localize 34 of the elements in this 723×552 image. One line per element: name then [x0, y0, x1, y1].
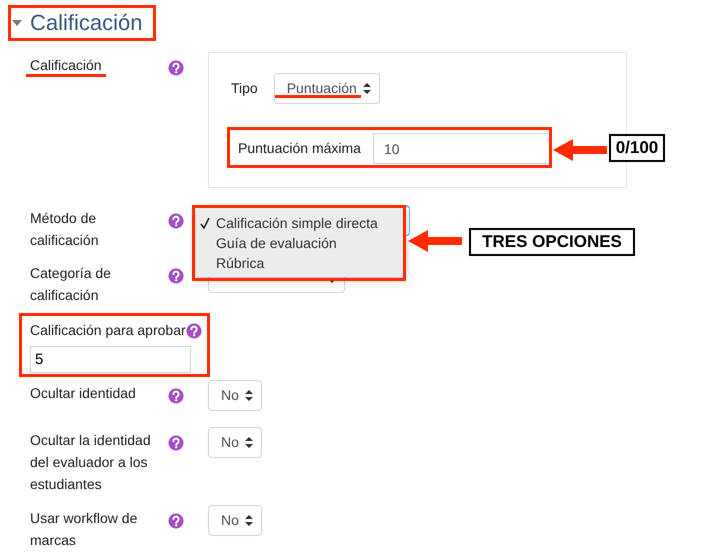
- menu-item[interactable]: Guía de evaluación: [196, 233, 405, 253]
- help-icon: [168, 388, 184, 404]
- field-label: Calificación: [30, 57, 102, 73]
- field-label: Usar workflow de marcas: [30, 510, 138, 548]
- field-label: Método de calificación: [30, 210, 98, 248]
- callout-label: TRES OPCIONES: [469, 228, 635, 256]
- help-icon: [168, 60, 184, 76]
- help-icon: [168, 213, 184, 230]
- callout-label: 0/100: [609, 134, 665, 162]
- arrow: [553, 139, 607, 161]
- text-field[interactable]: 5: [30, 346, 191, 373]
- arrow: [408, 230, 462, 252]
- field-label: Puntuación máxima: [237, 139, 362, 158]
- field-label: Categoría de calificación: [30, 265, 111, 303]
- select-field[interactable]: No: [208, 380, 262, 411]
- updown-caret-icon: [244, 437, 253, 448]
- number-field[interactable]: 10: [373, 133, 550, 164]
- field-label: Tipo: [231, 79, 258, 98]
- select-field[interactable]: No: [208, 427, 262, 458]
- field-label: Calificación para aprobar: [30, 321, 186, 340]
- field-label: Ocultar identidad: [30, 385, 136, 401]
- help-icon: [186, 322, 202, 338]
- updown-caret-icon: [244, 390, 253, 401]
- help-icon: [168, 513, 184, 530]
- select-field[interactable]: Puntuación: [274, 73, 380, 104]
- menu-item[interactable]: Calificación simple directa: [196, 213, 405, 233]
- updown-caret-icon: [362, 83, 371, 94]
- section-heading[interactable]: Calificación: [30, 8, 142, 38]
- updown-caret-icon: [244, 515, 253, 526]
- select-field[interactable]: No: [208, 505, 262, 536]
- help-icon: [168, 435, 184, 452]
- field-label: Ocultar la identidad del evaluador a los estudiantes: [30, 432, 151, 492]
- help-icon: [168, 268, 184, 284]
- menu-item[interactable]: Rúbrica: [196, 253, 405, 273]
